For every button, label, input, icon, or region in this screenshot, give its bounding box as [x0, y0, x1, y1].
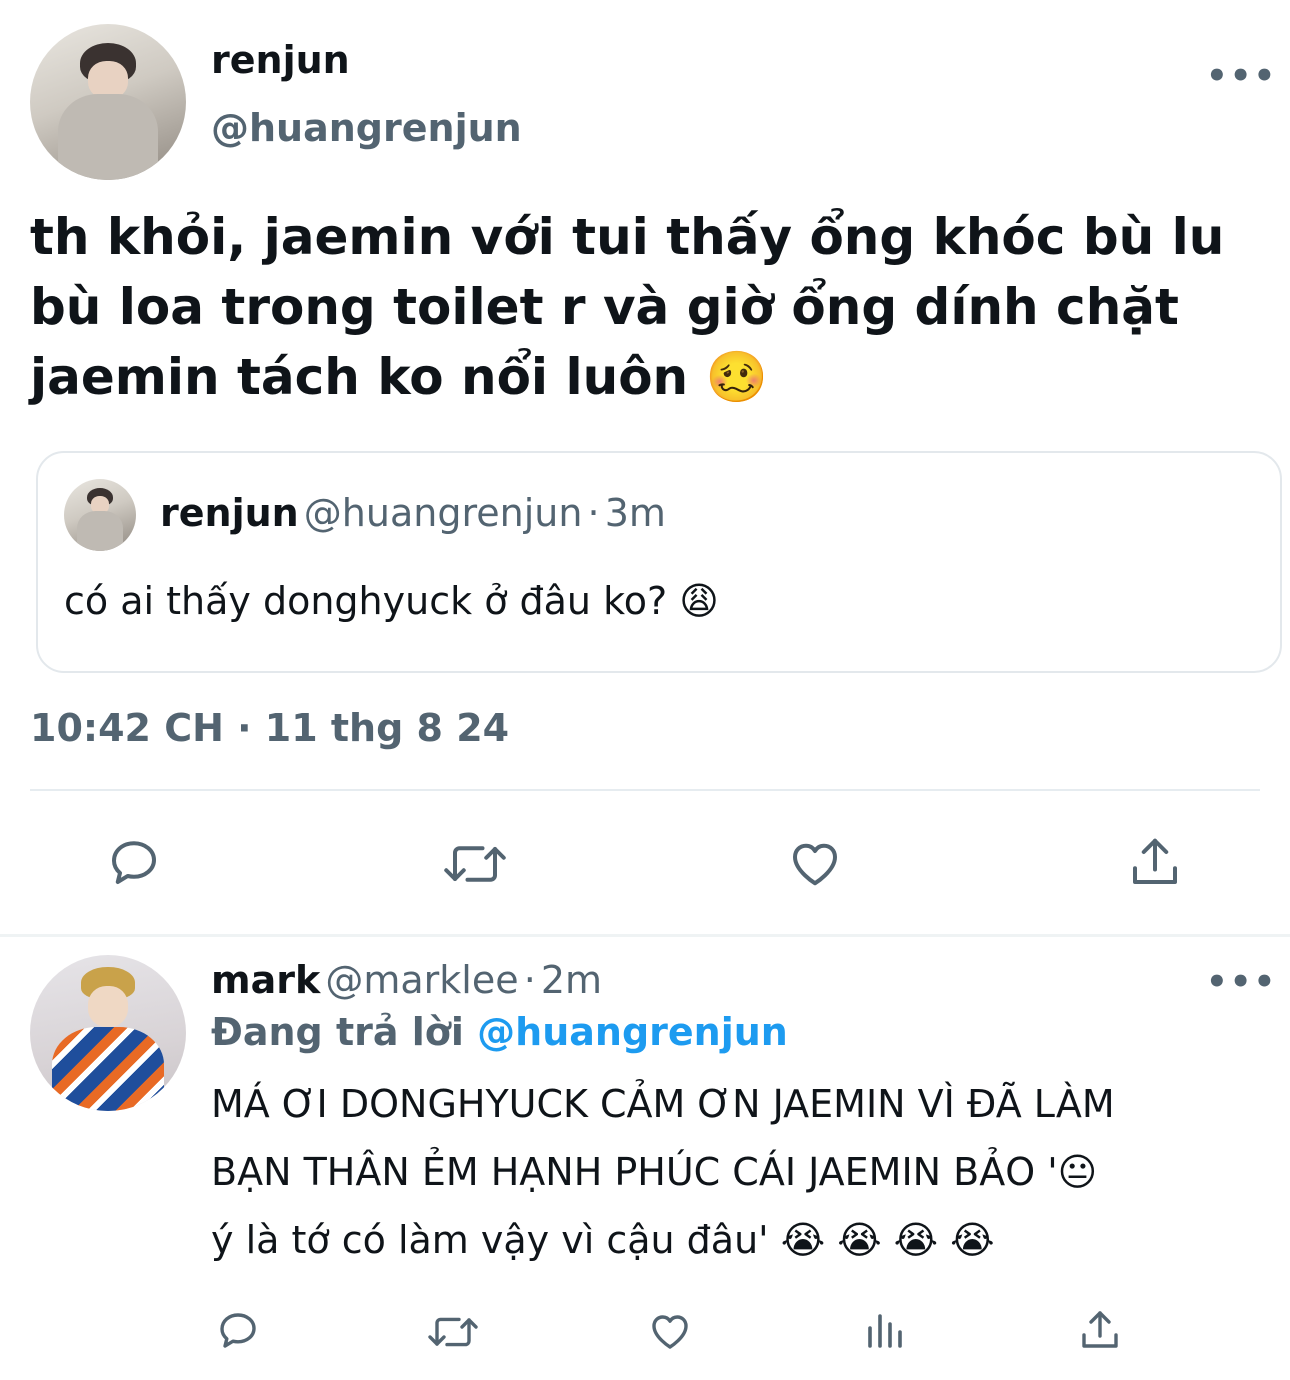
author-avatar[interactable] [30, 24, 186, 180]
reply-text-line-3: ý là tớ có làm vậy vì cậu đâu' 😭 😭 😭 😭 [211, 1206, 1251, 1274]
more-options-icon[interactable]: ••• [1206, 56, 1277, 96]
reply-text-line-1: MÁ ƠI DONGHYUCK CẢM ƠN JAEMIN VÌ ĐÃ LÀM [211, 1082, 1115, 1126]
reply-text-line-2-body: BẠN THÂN ẺM HẠNH PHÚC CÁI JAEMIN BẢO ' [211, 1150, 1058, 1194]
quoted-time: 3m [604, 491, 666, 535]
author-display-name[interactable]: renjun [211, 38, 350, 82]
reply-separator: · [523, 958, 536, 1002]
quoted-text-body: có ai thấy donghyuck ở đâu ko? [64, 579, 668, 623]
retweet-icon[interactable] [440, 834, 510, 894]
reply-icon[interactable] [104, 832, 164, 892]
reply-more-options-icon[interactable]: ••• [1206, 962, 1277, 1002]
reply-text-line-2: BẠN THÂN ẺM HẠNH PHÚC CÁI JAEMIN BẢO '😐 [211, 1138, 1251, 1206]
quoted-text: có ai thấy donghyuck ở đâu ko? 😩 [64, 579, 719, 623]
reply-handle[interactable]: @marklee [325, 958, 518, 1002]
woozy-face-emoji: 🥴 [705, 348, 768, 406]
tweet-timestamp[interactable]: 10:42 CH · 11 thg 8 24 [30, 706, 509, 750]
like-icon[interactable] [784, 832, 846, 892]
reply-like-icon[interactable] [645, 1306, 695, 1354]
reply-text-line-3-body: ý là tớ có làm vậy vì cậu đâu' [211, 1218, 769, 1262]
replying-to-mention[interactable]: @huangrenjun [477, 1010, 788, 1054]
analytics-icon[interactable] [862, 1306, 910, 1354]
neutral-face-emoji: 😐 [1057, 1150, 1098, 1194]
quoted-handle: @huangrenjun [303, 491, 583, 535]
reply-time: 2m [540, 958, 603, 1002]
author-handle[interactable]: @huangrenjun [211, 106, 522, 150]
tweet-text: th khỏi, jaemin với tui thấy ổng khóc bù… [30, 202, 1250, 412]
crying-face-emojis: 😭 😭 😭 😭 [780, 1218, 995, 1262]
weary-face-emoji: 😩 [679, 579, 719, 623]
tweet-text-body: th khỏi, jaemin với tui thấy ổng khóc bù… [30, 208, 1225, 406]
divider [30, 789, 1260, 791]
quoted-header: renjun @huangrenjun · 3m [160, 491, 666, 535]
quoted-avatar [64, 479, 136, 551]
replying-to-label: Đang trả lời [211, 1010, 464, 1054]
share-icon[interactable] [1124, 832, 1186, 892]
reply-author-avatar[interactable] [30, 955, 186, 1111]
quoted-tweet[interactable]: renjun @huangrenjun · 3m có ai thấy dong… [36, 451, 1282, 673]
section-divider [0, 934, 1290, 937]
reply-display-name[interactable]: mark [211, 958, 320, 1002]
quoted-display-name: renjun [160, 491, 299, 535]
reply-retweet-icon[interactable] [425, 1308, 481, 1356]
reply-text: MÁ ƠI DONGHYUCK CẢM ƠN JAEMIN VÌ ĐÃ LÀM … [211, 1070, 1251, 1274]
reply-reply-icon[interactable] [214, 1306, 262, 1354]
replying-to: Đang trả lời @huangrenjun [211, 1010, 788, 1054]
reply-header: mark @marklee · 2m [211, 958, 602, 1002]
quoted-separator: · [587, 491, 600, 535]
reply-share-icon[interactable] [1076, 1306, 1124, 1354]
